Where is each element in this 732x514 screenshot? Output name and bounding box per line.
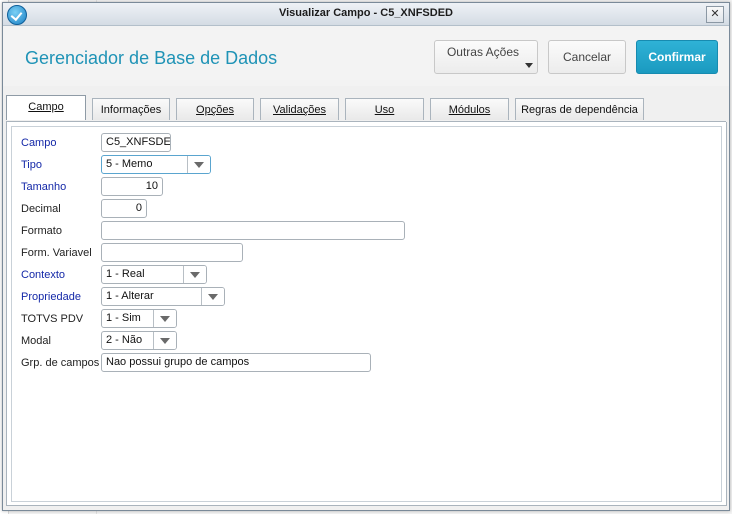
contexto-value: 1 - Real <box>106 268 145 280</box>
tab-campo[interactable]: Campo <box>6 95 86 120</box>
contexto-select[interactable]: 1 - Real <box>101 265 207 284</box>
tab-label: Validações <box>273 104 326 116</box>
tab-label: Opções <box>196 104 234 116</box>
contexto-label: Contexto <box>21 269 66 281</box>
header: Gerenciador de Base de Dados Outras Açõe… <box>3 26 729 86</box>
totvs-pdv-select[interactable]: 1 - Sim <box>101 309 177 328</box>
decimal-field[interactable]: 0 <box>101 199 147 218</box>
tipo-select[interactable]: 5 - Memo <box>101 155 211 174</box>
form-variavel-field[interactable] <box>101 243 243 262</box>
dialog-window: Visualizar Campo - C5_XNFSDED ✕ Gerencia… <box>2 2 730 511</box>
campo-field[interactable]: C5_XNFSDED <box>101 133 171 152</box>
tab-validacoes[interactable]: Validações <box>260 98 339 120</box>
modal-label: Modal <box>21 335 51 347</box>
close-icon[interactable]: ✕ <box>706 6 724 23</box>
tab-label: Informações <box>100 104 162 116</box>
formato-field[interactable] <box>101 221 405 240</box>
tab-label: Uso <box>374 104 395 116</box>
chevron-down-icon[interactable] <box>153 310 176 327</box>
tab-label: Campo <box>28 101 64 113</box>
tab-modulos[interactable]: Módulos <box>430 98 509 120</box>
cancel-button[interactable]: Cancelar <box>548 40 626 74</box>
form-variavel-label: Form. Variavel <box>21 247 92 259</box>
propriedade-label: Propriedade <box>21 291 81 303</box>
more-actions-label: Outras Ações <box>446 45 520 59</box>
more-actions-button[interactable]: Outras Ações <box>434 40 538 74</box>
tab-bar: Campo Informações Opções Validações Uso … <box>3 95 729 122</box>
confirm-button[interactable]: Confirmar <box>636 40 718 74</box>
tab-opcoes[interactable]: Opções <box>176 98 254 120</box>
caret-down-icon <box>525 63 533 68</box>
tab-uso[interactable]: Uso <box>345 98 424 120</box>
chevron-down-icon[interactable] <box>183 266 206 283</box>
tamanho-field[interactable]: 10 <box>101 177 163 196</box>
propriedade-select[interactable]: 1 - Alterar <box>101 287 225 306</box>
page-title: Gerenciador de Base de Dados <box>25 48 278 68</box>
decimal-label: Decimal <box>21 203 61 215</box>
form-group: Campo C5_XNFSDED Tipo 5 - Memo Tamanho 1… <box>11 126 722 502</box>
title-bar[interactable]: Visualizar Campo - C5_XNFSDED ✕ <box>3 3 729 26</box>
tab-label: Regras de dependência <box>521 104 638 116</box>
tab-panel-campo: Campo C5_XNFSDED Tipo 5 - Memo Tamanho 1… <box>6 122 727 506</box>
tab-informacoes[interactable]: Informações <box>92 98 170 120</box>
grp-campos-label: Grp. de campos <box>21 357 100 369</box>
chevron-down-icon[interactable] <box>201 288 224 305</box>
grp-campos-field[interactable]: Nao possui grupo de campos <box>101 353 371 372</box>
tamanho-label: Tamanho <box>21 181 67 193</box>
campo-label: Campo <box>21 137 57 149</box>
tipo-value: 5 - Memo <box>106 158 153 170</box>
propriedade-value: 1 - Alterar <box>106 290 154 302</box>
tab-label: Módulos <box>448 104 491 116</box>
modal-value: 2 - Não <box>106 334 143 346</box>
formato-label: Formato <box>21 225 62 237</box>
tipo-label: Tipo <box>21 159 42 171</box>
chevron-down-icon[interactable] <box>153 332 176 349</box>
tab-regras-dependencia[interactable]: Regras de dependência <box>515 98 644 120</box>
totvs-pdv-value: 1 - Sim <box>106 312 141 324</box>
totvs-pdv-label: TOTVS PDV <box>21 313 84 325</box>
window-title: Visualizar Campo - C5_XNFSDED <box>278 7 453 19</box>
chevron-down-icon[interactable] <box>187 156 210 173</box>
modal-select[interactable]: 2 - Não <box>101 331 177 350</box>
